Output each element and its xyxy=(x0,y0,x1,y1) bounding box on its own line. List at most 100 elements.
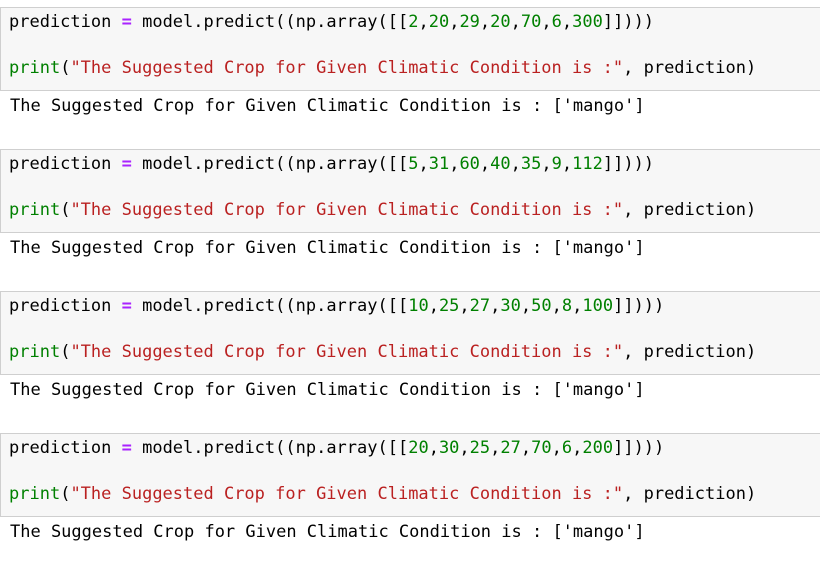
assign-operator: = xyxy=(121,438,132,458)
input-value: 20 xyxy=(428,12,450,32)
comma: , xyxy=(541,12,552,32)
code-line-predict: prediction = model.predict((np.array([[5… xyxy=(9,153,654,175)
variable-name: prediction xyxy=(9,438,112,458)
cell-output: The Suggested Crop for Given Climatic Co… xyxy=(10,96,645,116)
comma: , xyxy=(572,438,583,458)
comma: , xyxy=(520,438,532,458)
string-literal: "The Suggested Crop for Given Climatic C… xyxy=(70,342,624,362)
input-value: 6 xyxy=(551,12,562,32)
input-value: 27 xyxy=(469,296,491,316)
comma: , xyxy=(449,12,460,32)
cell-output: The Suggested Crop for Given Climatic Co… xyxy=(10,522,645,542)
code-line-print: print("The Suggested Crop for Given Clim… xyxy=(9,199,756,221)
comma: , xyxy=(490,438,501,458)
variable-name: prediction xyxy=(9,154,112,174)
input-value: 20 xyxy=(490,12,511,32)
string-literal: "The Suggested Crop for Given Climatic C… xyxy=(70,58,624,78)
code-line-print: print("The Suggested Crop for Given Clim… xyxy=(9,483,756,505)
predict-call-suffix: ]]))) xyxy=(613,438,665,458)
comma: , xyxy=(520,296,532,316)
predict-call-prefix: model.predict((np.array([[ xyxy=(131,154,409,174)
cell-output: The Suggested Crop for Given Climatic Co… xyxy=(10,380,645,400)
print-arguments: , prediction) xyxy=(623,484,757,504)
predict-call-suffix: ]]))) xyxy=(602,154,655,174)
assign-operator: = xyxy=(121,154,132,174)
variable-name: prediction xyxy=(9,296,112,316)
print-keyword: print xyxy=(9,200,61,220)
comma: , xyxy=(428,296,439,316)
code-line-predict: prediction = model.predict((np.array([[2… xyxy=(9,437,664,459)
input-value: 300 xyxy=(572,12,603,32)
comma: , xyxy=(459,296,470,316)
comma: , xyxy=(561,154,573,174)
input-value: 70 xyxy=(531,438,552,458)
code-line-print: print("The Suggested Crop for Given Clim… xyxy=(9,57,756,79)
comma: , xyxy=(418,154,429,174)
predict-call-prefix: model.predict((np.array([[ xyxy=(131,438,409,458)
input-value: 25 xyxy=(469,438,491,458)
print-keyword: print xyxy=(9,342,61,362)
input-value: 30 xyxy=(438,438,460,458)
input-value: 20 xyxy=(408,438,429,458)
comma: , xyxy=(561,12,573,32)
input-value: 40 xyxy=(490,154,511,174)
input-value: 112 xyxy=(572,154,603,174)
comma: , xyxy=(449,154,460,174)
input-value: 30 xyxy=(500,296,521,316)
input-value: 6 xyxy=(561,438,573,458)
string-literal: "The Suggested Crop for Given Climatic C… xyxy=(70,200,624,220)
comma: , xyxy=(551,296,562,316)
input-value: 60 xyxy=(459,154,480,174)
code-line-predict: prediction = model.predict((np.array([[1… xyxy=(9,295,664,317)
input-value: 50 xyxy=(531,296,552,316)
input-value: 35 xyxy=(520,154,542,174)
print-open-paren: ( xyxy=(60,200,71,220)
input-value: 100 xyxy=(582,296,614,316)
input-value: 2 xyxy=(408,12,419,32)
print-arguments: , prediction) xyxy=(623,58,757,78)
input-value: 10 xyxy=(408,296,429,316)
cell-output: The Suggested Crop for Given Climatic Co… xyxy=(10,238,645,258)
print-keyword: print xyxy=(9,58,61,78)
comma: , xyxy=(459,438,470,458)
comma: , xyxy=(479,154,491,174)
string-literal: "The Suggested Crop for Given Climatic C… xyxy=(70,484,624,504)
code-input-area[interactable]: prediction = model.predict((np.array([[2… xyxy=(0,433,820,517)
comma: , xyxy=(510,12,521,32)
comma: , xyxy=(428,438,439,458)
input-value: 5 xyxy=(408,154,419,174)
code-line-predict: prediction = model.predict((np.array([[2… xyxy=(9,11,654,33)
predict-call-prefix: model.predict((np.array([[ xyxy=(131,12,409,32)
print-open-paren: ( xyxy=(60,484,71,504)
input-value: 27 xyxy=(500,438,521,458)
comma: , xyxy=(541,154,552,174)
print-arguments: , prediction) xyxy=(623,342,757,362)
print-arguments: , prediction) xyxy=(623,200,757,220)
input-value: 25 xyxy=(438,296,460,316)
print-open-paren: ( xyxy=(60,58,71,78)
comma: , xyxy=(490,296,501,316)
input-value: 200 xyxy=(582,438,614,458)
input-value: 9 xyxy=(551,154,562,174)
predict-call-prefix: model.predict((np.array([[ xyxy=(131,296,409,316)
comma: , xyxy=(479,12,491,32)
code-input-area[interactable]: prediction = model.predict((np.array([[5… xyxy=(0,149,820,233)
assign-operator: = xyxy=(121,12,132,32)
predict-call-suffix: ]]))) xyxy=(602,12,655,32)
predict-call-suffix: ]]))) xyxy=(613,296,665,316)
comma: , xyxy=(418,12,429,32)
input-value: 70 xyxy=(520,12,542,32)
comma: , xyxy=(551,438,562,458)
input-value: 8 xyxy=(561,296,573,316)
variable-name: prediction xyxy=(9,12,112,32)
print-keyword: print xyxy=(9,484,61,504)
code-line-print: print("The Suggested Crop for Given Clim… xyxy=(9,341,756,363)
input-value: 31 xyxy=(428,154,450,174)
code-input-area[interactable]: prediction = model.predict((np.array([[1… xyxy=(0,291,820,375)
input-value: 29 xyxy=(459,12,480,32)
code-input-area[interactable]: prediction = model.predict((np.array([[2… xyxy=(0,7,820,91)
